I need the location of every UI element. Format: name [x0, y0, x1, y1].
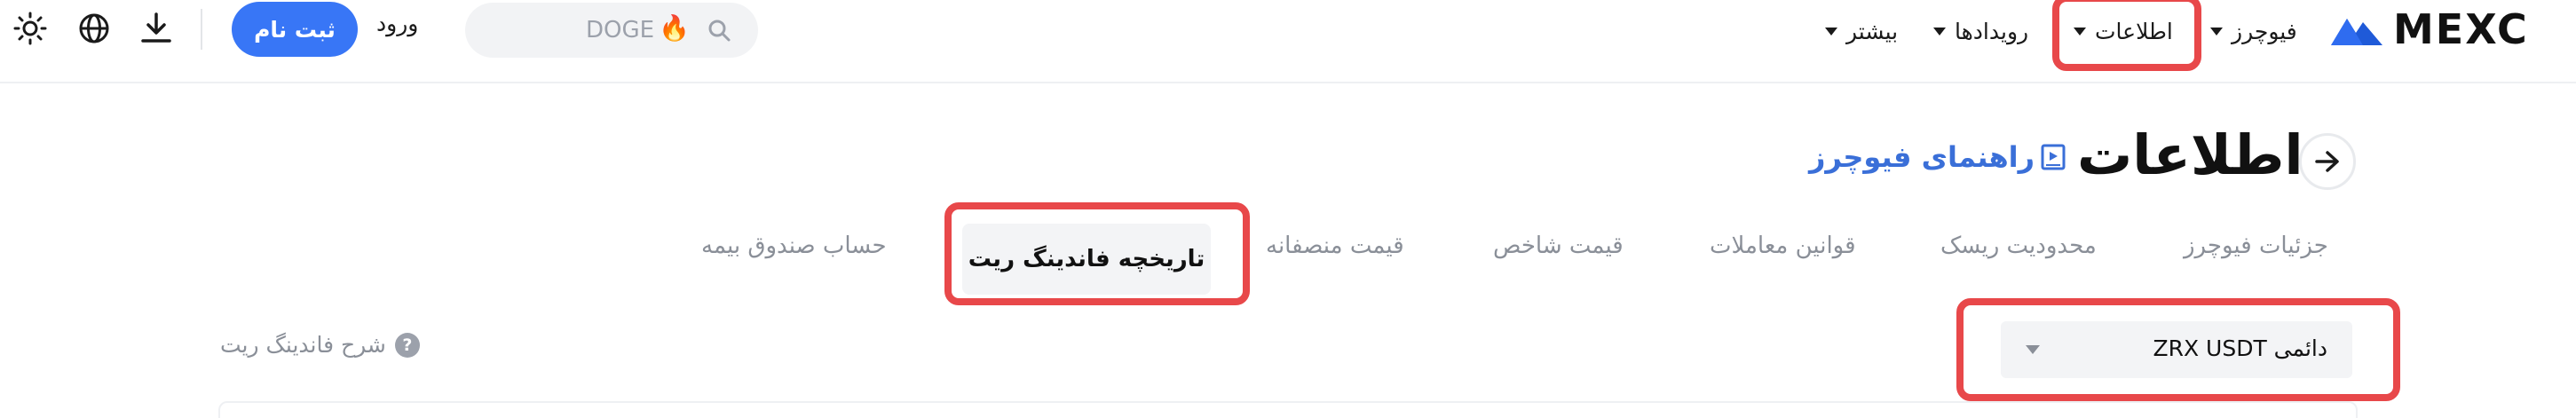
- nav-events-label: رویدادها: [1955, 18, 2029, 44]
- nav-events[interactable]: رویدادها: [1933, 9, 2028, 53]
- tab-trading-rules[interactable]: قوانین معاملات: [1710, 233, 1856, 259]
- help-icon: ?: [394, 332, 420, 358]
- search-placeholder: DOGE: [586, 17, 655, 43]
- login-link[interactable]: ورود: [376, 11, 418, 36]
- chevron-down-icon: [2074, 27, 2086, 35]
- nav-more[interactable]: بیشتر: [1825, 9, 1898, 53]
- tab-index-price[interactable]: قیمت شاخص: [1493, 233, 1624, 259]
- nav-more-label: بیشتر: [1846, 18, 1899, 44]
- guide-book-icon: [2041, 144, 2066, 170]
- nav-futures-label: فیوچرز: [2232, 18, 2297, 44]
- tab-fair-price[interactable]: قیمت منصفانه: [1266, 233, 1404, 259]
- top-header: MEXC فیوچرز اطلاعات رویدادها بیشتر 🔥 DOG…: [0, 0, 2576, 83]
- nav-information[interactable]: اطلاعات: [2074, 9, 2173, 53]
- tab-funding-rate-history[interactable]: تاریخچه فاندینگ ریت: [962, 224, 1211, 295]
- nav-futures[interactable]: فیوچرز: [2210, 9, 2297, 53]
- arrow-right-icon: [2315, 151, 2339, 172]
- contract-select[interactable]: دائمی ZRX USDT: [2001, 321, 2352, 378]
- download-icon[interactable]: [138, 11, 174, 46]
- chevron-down-icon: [1933, 27, 1946, 35]
- tab-futures-details[interactable]: جزئیات فیوچرز: [2184, 233, 2328, 259]
- tab-insurance-fund[interactable]: حساب صندوق بیمه: [701, 233, 887, 259]
- signup-button[interactable]: ثبت نام: [232, 2, 358, 57]
- search-box[interactable]: 🔥 DOGE: [465, 3, 758, 58]
- tab-risk-limit[interactable]: محدودیت ریسک: [1940, 233, 2097, 259]
- funding-rate-explanation-label: شرح فاندینگ ریت: [220, 332, 386, 358]
- futures-guide-link[interactable]: راهنمای فیوچرز: [1809, 140, 2066, 174]
- history-table-top-edge: [218, 401, 2358, 418]
- header-divider: [201, 9, 202, 50]
- mexc-mountain-logo-icon: [2331, 19, 2382, 45]
- page-title: اطلاعات: [2077, 122, 2303, 187]
- search-icon: [708, 20, 731, 42]
- chevron-down-icon: [2026, 345, 2040, 354]
- chevron-down-icon: [2210, 27, 2223, 35]
- logo-text: MEXC: [2393, 5, 2529, 53]
- contract-select-value: دائمی ZRX USDT: [2153, 335, 2327, 361]
- fire-icon: 🔥: [659, 13, 690, 43]
- futures-guide-label: راهنمای فیوچرز: [1809, 140, 2035, 174]
- theme-sun-icon[interactable]: [12, 11, 48, 46]
- nav-information-label: اطلاعات: [2095, 18, 2173, 44]
- back-button[interactable]: [2299, 133, 2356, 190]
- globe-icon[interactable]: [76, 11, 112, 46]
- funding-rate-explanation-link[interactable]: ? شرح فاندینگ ریت: [220, 332, 420, 358]
- chevron-down-icon: [1825, 27, 1837, 35]
- mexc-logo[interactable]: MEXC: [2329, 5, 2529, 53]
